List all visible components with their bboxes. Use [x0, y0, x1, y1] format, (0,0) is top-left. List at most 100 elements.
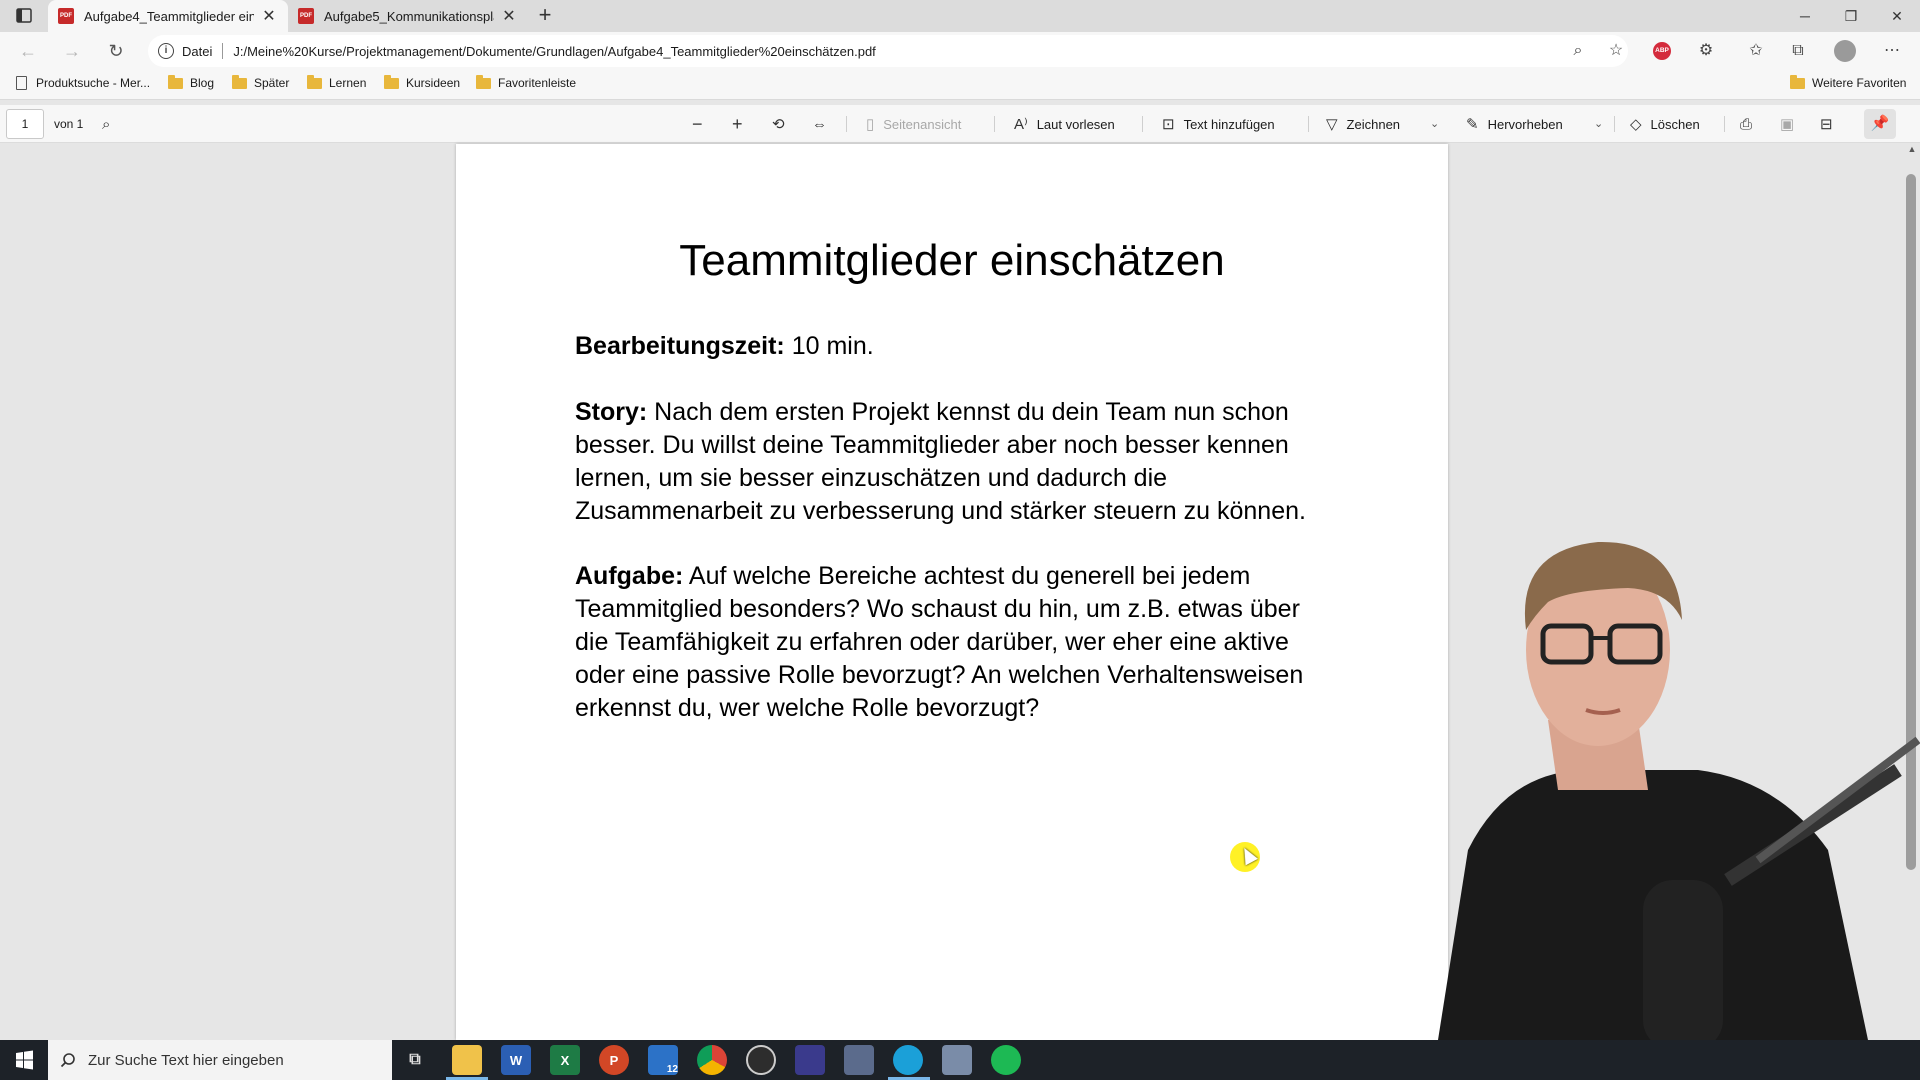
extensions-icon[interactable]: ⚙: [1694, 39, 1718, 63]
page-number-input[interactable]: 1: [6, 109, 44, 139]
app-icon[interactable]: [844, 1045, 874, 1075]
draw-icon: ▽: [1326, 116, 1338, 133]
bookmark-spaeter[interactable]: Später: [232, 74, 289, 90]
divider: [1724, 116, 1725, 132]
read-aloud-button[interactable]: A⁾ Laut vorlesen: [1014, 105, 1115, 143]
favorites-icon[interactable]: ✩: [1744, 39, 1768, 63]
draw-button[interactable]: ▽ Zeichnen: [1326, 105, 1400, 143]
excel-icon[interactable]: X: [550, 1045, 580, 1075]
story-paragraph: Story: Nach dem ersten Projekt kennst du…: [575, 396, 1335, 528]
draw-options-chevron-icon[interactable]: ⌄: [1430, 105, 1439, 143]
pdf-file-icon: PDF: [298, 8, 314, 24]
other-favorites[interactable]: Weitere Favoriten: [1790, 74, 1907, 90]
bookmark-label: Produktsuche - Mer...: [36, 76, 151, 90]
add-text-label: Text hinzufügen: [1183, 116, 1275, 132]
eraser-icon: ◇: [1630, 116, 1642, 133]
pdf-toolbar: 1 von 1 ⌕ − + ⟲ ⇔ ▯ Seitenansicht A⁾ Lau…: [0, 105, 1920, 143]
page-view-button[interactable]: ▯ Seitenansicht: [866, 105, 961, 143]
info-icon[interactable]: i: [158, 43, 174, 59]
back-icon[interactable]: ←: [16, 39, 40, 63]
story-text: Nach dem ersten Projekt kennst du dein T…: [575, 398, 1306, 525]
collections-icon[interactable]: ⧉: [1786, 39, 1810, 63]
file-explorer-icon[interactable]: [452, 1045, 482, 1075]
refresh-icon[interactable]: ↻: [104, 39, 128, 63]
address-bar[interactable]: i Datei J:/Meine%20Kurse/Projektmanageme…: [148, 35, 1628, 67]
powerpoint-icon[interactable]: P: [599, 1045, 629, 1075]
erase-button[interactable]: ◇ Löschen: [1630, 105, 1700, 143]
tab-aufgabe5[interactable]: PDF Aufgabe5_Kommunikationsplan ✕: [288, 0, 528, 32]
taskbar-search[interactable]: Zur Suche Text hier eingeben: [48, 1040, 392, 1080]
divider: [1142, 116, 1143, 132]
task-view-icon[interactable]: ⧉: [400, 1045, 430, 1075]
bookmark-produktsuche[interactable]: Produktsuche - Mer...: [16, 76, 150, 90]
read-aloud-label: Laut vorlesen: [1036, 116, 1115, 132]
bookmark-lernen[interactable]: Lernen: [307, 74, 367, 90]
find-in-document-icon[interactable]: ⌕: [102, 105, 119, 143]
pin-toolbar-icon[interactable]: 📌: [1864, 109, 1896, 139]
page-view-icon: ▯: [866, 116, 875, 133]
mail-icon[interactable]: 12: [648, 1045, 678, 1075]
spotify-icon[interactable]: [991, 1045, 1021, 1075]
forward-icon[interactable]: →: [60, 39, 84, 63]
bookmark-kursideen[interactable]: Kursideen: [384, 74, 460, 90]
scroll-up-arrow-icon[interactable]: ▲: [1906, 144, 1918, 154]
edge-icon[interactable]: [893, 1045, 923, 1075]
other-favorites-label: Weitere Favoriten: [1812, 76, 1907, 90]
folder-icon: [168, 74, 183, 89]
zoom-icon[interactable]: ⌕: [1566, 39, 1590, 63]
divider: [222, 43, 224, 59]
windows-start-icon[interactable]: [0, 1040, 48, 1080]
erase-label: Löschen: [1650, 116, 1700, 132]
divider: [1614, 116, 1615, 132]
close-tab-icon[interactable]: ✕: [500, 6, 518, 26]
highlight-options-chevron-icon[interactable]: ⌄: [1594, 105, 1603, 143]
new-tab-button[interactable]: +: [533, 4, 557, 28]
bookmark-favoritenleiste[interactable]: Favoritenleiste: [476, 74, 576, 90]
folder-icon: [307, 74, 322, 89]
webcam-overlay: [1438, 541, 1920, 1040]
url-text[interactable]: J:/Meine%20Kurse/Projektmanagement/Dokum…: [233, 44, 875, 59]
word-icon[interactable]: W: [501, 1045, 531, 1075]
draw-label: Zeichnen: [1346, 116, 1401, 132]
add-text-button[interactable]: ⊡ Text hinzufügen: [1162, 105, 1275, 143]
chrome-icon[interactable]: [697, 1045, 727, 1075]
zoom-out-icon[interactable]: −: [692, 105, 712, 143]
divider: [846, 116, 847, 132]
scheme-label: Datei: [182, 43, 213, 59]
adblock-icon[interactable]: ABP: [1653, 42, 1671, 60]
bookmarks-bar: Produktsuche - Mer... Blog Später Lernen…: [0, 70, 1920, 100]
rotate-icon[interactable]: ⟲: [772, 105, 794, 143]
app-icon[interactable]: [942, 1045, 972, 1075]
tab-actions-icon[interactable]: [12, 6, 36, 26]
print-icon[interactable]: ⎙: [1740, 105, 1761, 143]
minimize-button[interactable]: ─: [1782, 0, 1828, 32]
more-menu-icon[interactable]: ⋯: [1880, 39, 1904, 63]
highlight-icon: ✎: [1466, 116, 1479, 133]
bookmark-blog[interactable]: Blog: [168, 74, 215, 90]
tab-aufgabe4[interactable]: PDF Aufgabe4_Teammitglieder einsch ✕: [48, 0, 288, 32]
task-label: Aufgabe:: [575, 562, 684, 590]
close-tab-icon[interactable]: ✕: [260, 6, 278, 26]
page-icon: [16, 76, 27, 90]
profile-avatar[interactable]: [1834, 40, 1856, 62]
save-as-icon[interactable]: ⊟: [1820, 105, 1842, 143]
restore-button[interactable]: ❐: [1828, 0, 1874, 32]
add-text-icon: ⊡: [1162, 116, 1175, 133]
save-icon[interactable]: ▣: [1780, 105, 1803, 143]
pdf-file-icon: PDF: [58, 8, 74, 24]
fit-page-icon[interactable]: ⇔: [812, 105, 836, 143]
read-aloud-icon: A⁾: [1014, 116, 1028, 133]
zoom-in-icon[interactable]: +: [732, 105, 752, 143]
add-favorite-icon[interactable]: ☆: [1604, 39, 1628, 63]
bookmark-label: Lernen: [329, 76, 367, 90]
obs-icon[interactable]: [746, 1045, 776, 1075]
bookmark-label: Blog: [190, 76, 215, 90]
highlight-button[interactable]: ✎ Hervorheben: [1466, 105, 1563, 143]
close-window-button[interactable]: ✕: [1874, 0, 1920, 32]
app-icon[interactable]: [795, 1045, 825, 1075]
time-label: Bearbeitungszeit:: [575, 332, 785, 360]
pdf-page: Teammitglieder einschätzen Bearbeitungsz…: [456, 144, 1448, 1040]
address-toolbar: ← → ↻ i Datei J:/Meine%20Kurse/Projektma…: [0, 32, 1920, 70]
page-count: von 1: [54, 117, 84, 131]
time-value: 10 min.: [784, 332, 874, 360]
